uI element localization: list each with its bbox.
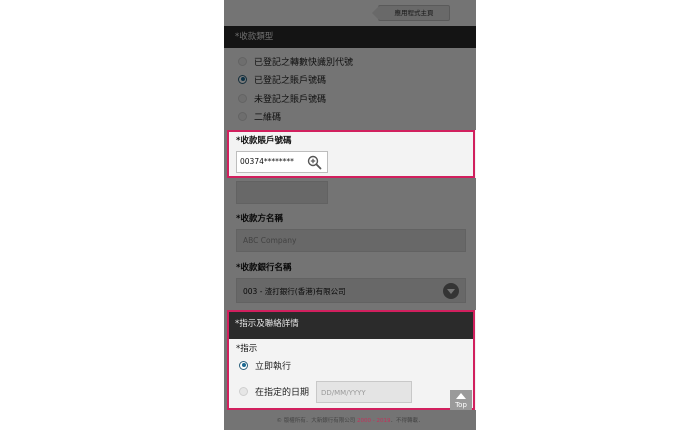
- footer-suffix: ．不得轉載．: [390, 418, 424, 424]
- footer-years: 2000 - 2019: [357, 418, 391, 424]
- payee-type-option-qr-code[interactable]: 二維碼: [238, 108, 281, 124]
- payee-type-option-fps-id[interactable]: 已登記之轉數快識別代號: [238, 53, 353, 69]
- radio-icon[interactable]: [238, 93, 247, 103]
- option-label: 二維碼: [254, 112, 282, 123]
- radio-icon[interactable]: [238, 111, 247, 121]
- top-bar: 應用程式主頁: [224, 0, 476, 26]
- account-action-placeholder[interactable]: [236, 181, 328, 204]
- chevron-down-icon[interactable]: [443, 283, 459, 299]
- instructions-highlight: [227, 310, 475, 410]
- payee-type-option-registered-account[interactable]: 已登記之賬戶號碼: [238, 71, 326, 87]
- option-label: 未登記之賬戶號碼: [254, 94, 327, 105]
- option-label: 已登記之賬戶號碼: [254, 75, 327, 86]
- account-number-highlight: [227, 130, 475, 178]
- bank-name-label: *收款銀行名稱: [236, 263, 292, 273]
- bank-name-value: 003 - 渣打銀行(香港)有限公司: [243, 287, 346, 296]
- payee-type-header: *收款類型: [224, 26, 476, 48]
- footer: © 版權所有．大新銀行有限公司 2000 - 2019．不得轉載．: [224, 412, 476, 430]
- footer-prefix: © 版權所有．大新銀行有限公司: [276, 418, 357, 424]
- radio-selected-icon[interactable]: [238, 74, 247, 84]
- payee-name-label: *收款方名稱: [236, 214, 283, 224]
- app-home-button[interactable]: 應用程式主頁: [372, 5, 450, 21]
- radio-icon[interactable]: [238, 56, 247, 66]
- payee-type-option-unregistered-account[interactable]: 未登記之賬戶號碼: [238, 90, 326, 106]
- option-label: 已登記之轉數快識別代號: [254, 57, 354, 68]
- app-screen: 應用程式主頁 *收款類型 已登記之轉數快識別代號 已登記之賬戶號碼 未登記之賬戶…: [224, 0, 476, 430]
- top-label: Top: [455, 401, 467, 409]
- payee-name-field: ABC Company: [236, 229, 466, 252]
- back-to-top-button[interactable]: Top: [450, 390, 472, 410]
- bank-name-select[interactable]: 003 - 渣打銀行(香港)有限公司: [236, 278, 466, 303]
